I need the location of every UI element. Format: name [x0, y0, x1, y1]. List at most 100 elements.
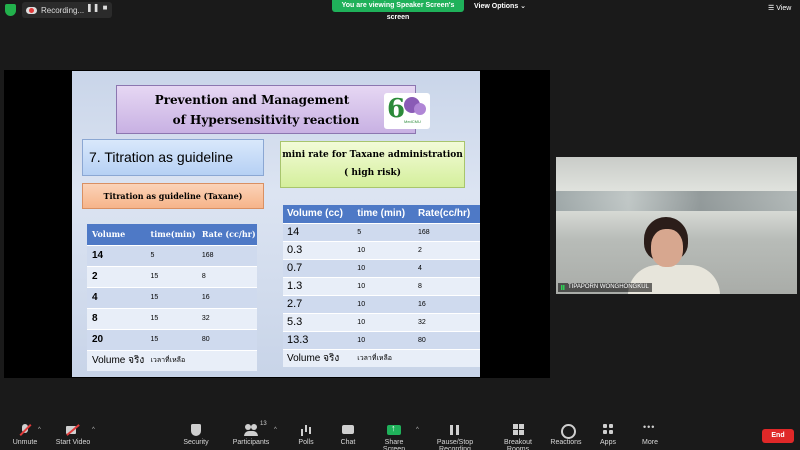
- participant-face: [651, 229, 683, 267]
- logo-number: 6: [387, 94, 406, 124]
- recording-label: Recording...: [41, 5, 85, 15]
- table-row: 14 5 168: [87, 244, 257, 266]
- table-cell: 8: [196, 265, 257, 287]
- breakout-rooms-label: Breakout Rooms: [503, 439, 533, 450]
- table-cell: 10: [353, 240, 415, 259]
- share-options-caret[interactable]: ^: [416, 427, 419, 433]
- participants-count: 13: [260, 421, 267, 427]
- table-cell: 15: [145, 286, 197, 308]
- slide-title-line-1: Prevention and Management: [154, 93, 350, 107]
- table-cell: 1.3: [283, 276, 354, 295]
- start-video-label: Start Video: [55, 439, 91, 446]
- apps-grid-icon: [601, 424, 615, 436]
- table-cell: 32: [196, 307, 257, 329]
- table-cell: 0.7: [283, 258, 354, 277]
- table-cell: 14: [283, 222, 354, 241]
- pause-stop-recording-button[interactable]: Pause/Stop Recording: [422, 424, 488, 450]
- participant-video-tile[interactable]: TIPAPORN WONGHONGKUL: [556, 157, 797, 294]
- unmute-button[interactable]: Unmute: [10, 424, 40, 446]
- table-row: 1.3 10 8: [283, 276, 480, 295]
- table-cell: Volume จริง: [283, 348, 354, 367]
- table-cell: 5.3: [283, 312, 354, 331]
- apps-button[interactable]: Apps: [598, 424, 618, 446]
- taxane-rate-box: mini rate for Taxane administration ( hi…: [280, 141, 465, 188]
- pause-stop-recording-label: Pause/Stop Recording: [436, 439, 474, 450]
- logo-mark: MedCMU: [404, 119, 421, 124]
- table-cell: 15: [145, 265, 197, 287]
- audio-options-caret[interactable]: ^: [38, 427, 41, 433]
- table-cell: 10: [353, 258, 415, 277]
- table-row: 14 5 168: [283, 222, 480, 241]
- reactions-label: Reactions: [550, 439, 582, 446]
- taxane-rate-line-2: ( high risk): [343, 168, 402, 178]
- table-cell: 0.3: [283, 240, 354, 259]
- table-cell: 5: [145, 244, 197, 266]
- table-row: 2.7 10 16: [283, 294, 480, 313]
- pause-recording-button[interactable]: ❚❚: [86, 2, 99, 14]
- start-video-button[interactable]: Start Video: [55, 424, 91, 446]
- table-cell: 8: [414, 276, 480, 295]
- chat-bubble-icon: [341, 424, 355, 436]
- slide-heading: 7. Titration as guideline: [89, 149, 233, 165]
- chat-label: Chat: [340, 439, 356, 446]
- encryption-shield-icon[interactable]: [5, 4, 16, 16]
- participants-label: Participants: [232, 439, 270, 446]
- viewing-screen-banner: You are viewing Speaker Screen's screen: [332, 0, 464, 21]
- video-options-caret[interactable]: ^: [92, 427, 95, 433]
- reactions-button[interactable]: Reactions: [550, 424, 582, 446]
- table-cell: 168: [196, 244, 257, 266]
- table-cell: 15: [145, 328, 197, 350]
- table-row: Volume จริง เวลาที่เหลือ: [87, 349, 257, 371]
- column-header: Volume: [87, 224, 146, 245]
- signal-strength-icon: [561, 285, 566, 290]
- table-cell: 80: [196, 328, 257, 350]
- column-header: Volume (cc): [283, 205, 354, 223]
- more-dots-icon: [643, 422, 657, 436]
- titration-table-left: Volume time(min) Rate (cc/hr) 14 5 168 2…: [87, 224, 257, 371]
- table-cell: 10: [353, 294, 415, 313]
- column-header: time (min): [353, 205, 415, 223]
- column-header: time(min): [145, 224, 197, 245]
- slide-title-box: Prevention and Management of Hypersensit…: [116, 85, 416, 134]
- top-bar: Recording... ❚❚ ■ You are viewing Speake…: [0, 0, 800, 21]
- table-cell: 168: [414, 222, 480, 241]
- end-meeting-button[interactable]: End: [762, 429, 794, 443]
- participants-options-caret[interactable]: ^: [274, 427, 277, 433]
- table-cell: 13.3: [283, 330, 354, 349]
- table-cell: 8: [87, 307, 146, 329]
- table-cell: 2: [87, 265, 146, 287]
- table-row: 5.3 10 32: [283, 312, 480, 331]
- more-button[interactable]: More: [640, 422, 660, 446]
- table-cell: [196, 349, 257, 371]
- table-row: 2 15 8: [87, 265, 257, 287]
- table-cell: เวลาที่เหลือ: [145, 349, 197, 371]
- table-cell: [414, 348, 480, 367]
- security-button[interactable]: Security: [180, 424, 212, 446]
- view-button[interactable]: ☰ View: [768, 4, 791, 12]
- view-options-menu[interactable]: View Options ⌄: [474, 2, 526, 10]
- table-cell: 80: [414, 330, 480, 349]
- table-cell: Volume จริง: [87, 349, 146, 371]
- table-cell: 20: [87, 328, 146, 350]
- table-cell: 5: [353, 222, 415, 241]
- security-label: Security: [183, 439, 209, 446]
- participants-button[interactable]: 13 Participants: [232, 421, 270, 446]
- participants-icon: 13: [244, 421, 267, 436]
- table-cell: 16: [414, 294, 480, 313]
- slide-title-line-2: of Hypersensitivity reaction: [172, 113, 360, 127]
- presentation-slide: Prevention and Management of Hypersensit…: [72, 71, 480, 377]
- table-row: 8 15 32: [87, 307, 257, 329]
- table-cell: 16: [196, 286, 257, 308]
- table-row: Volume จริง เวลาที่เหลือ: [283, 348, 480, 367]
- table-cell: 15: [145, 307, 197, 329]
- polls-button[interactable]: Polls: [296, 424, 316, 446]
- table-row: 0.3 10 2: [283, 240, 480, 259]
- stop-recording-button[interactable]: ■: [99, 2, 111, 14]
- breakout-rooms-button[interactable]: Breakout Rooms: [492, 424, 544, 450]
- camera-off-icon: [66, 424, 80, 436]
- share-screen-button[interactable]: Share Screen: [373, 423, 415, 450]
- chat-button[interactable]: Chat: [338, 424, 358, 446]
- microphone-muted-icon: [18, 424, 32, 436]
- table-cell: เวลาที่เหลือ: [353, 348, 415, 367]
- security-shield-icon: [189, 424, 203, 436]
